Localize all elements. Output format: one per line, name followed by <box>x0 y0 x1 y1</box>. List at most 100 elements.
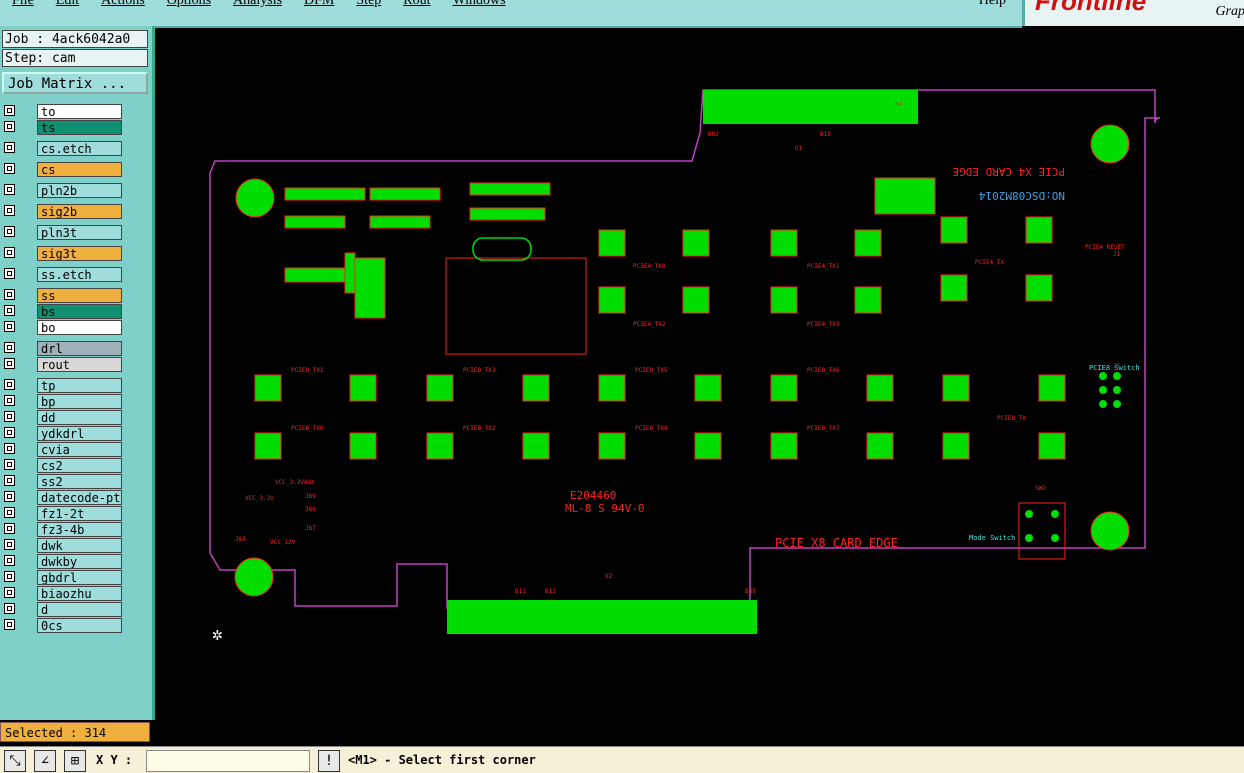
layer-row-d[interactable]: d <box>2 602 124 617</box>
layer-checkbox[interactable] <box>4 289 15 300</box>
layer-checkbox[interactable] <box>4 268 15 279</box>
layer-name[interactable]: tp <box>37 378 122 393</box>
menu-windows[interactable]: Windows <box>453 0 506 8</box>
layer-checkbox[interactable] <box>4 226 15 237</box>
layer-name[interactable]: d <box>37 602 122 617</box>
layer-name[interactable]: sig3t <box>37 246 122 261</box>
menu-help[interactable]: Help <box>979 0 1006 9</box>
layer-checkbox[interactable] <box>4 358 15 369</box>
layer-name[interactable]: ss2 <box>37 474 122 489</box>
layer-name[interactable]: fz3-4b <box>37 522 122 537</box>
layer-name[interactable]: biaozhu <box>37 586 122 601</box>
layer-checkbox[interactable] <box>4 603 15 614</box>
layer-name[interactable]: dwkby <box>37 554 122 569</box>
layer-row-cs[interactable]: cs <box>2 162 124 177</box>
layer-checkbox[interactable] <box>4 619 15 630</box>
layer-name[interactable]: to <box>37 104 122 119</box>
layer-name[interactable]: cs <box>37 162 122 177</box>
layer-row-ss.etch[interactable]: ss.etch <box>2 267 124 282</box>
layer-name[interactable]: ts <box>37 120 122 135</box>
layer-name[interactable]: sig2b <box>37 204 122 219</box>
layer-checkbox[interactable] <box>4 411 15 422</box>
menu-step[interactable]: Step <box>356 0 381 8</box>
layer-checkbox[interactable] <box>4 205 15 216</box>
layer-checkbox[interactable] <box>4 342 15 353</box>
alert-icon[interactable]: ! <box>318 750 340 772</box>
layer-row-bo[interactable]: bo <box>2 320 124 335</box>
layer-checkbox[interactable] <box>4 523 15 534</box>
layer-row-dwk[interactable]: dwk <box>2 538 124 553</box>
layer-row-dwkby[interactable]: dwkby <box>2 554 124 569</box>
layer-row-ss[interactable]: ss <box>2 288 124 303</box>
layer-checkbox[interactable] <box>4 571 15 582</box>
layer-row-cvia[interactable]: cvia <box>2 442 124 457</box>
layer-checkbox[interactable] <box>4 163 15 174</box>
layer-name[interactable]: datecode-pte <box>37 490 122 505</box>
menu-analysis[interactable]: Analysis <box>233 0 282 8</box>
layer-name[interactable]: cs.etch <box>37 141 122 156</box>
layer-checkbox[interactable] <box>4 555 15 566</box>
layer-name[interactable]: pln2b <box>37 183 122 198</box>
layer-checkbox[interactable] <box>4 305 15 316</box>
layer-name[interactable]: pln3t <box>37 225 122 240</box>
layer-checkbox[interactable] <box>4 142 15 153</box>
layer-row-sig2b[interactable]: sig2b <box>2 204 124 219</box>
layer-name[interactable]: bp <box>37 394 122 409</box>
layer-row-ts[interactable]: ts <box>2 120 124 135</box>
layer-row-fz3-4b[interactable]: fz3-4b <box>2 522 124 537</box>
layer-row-pln2b[interactable]: pln2b <box>2 183 124 198</box>
layer-row-drl[interactable]: drl <box>2 341 124 356</box>
layer-row-sig3t[interactable]: sig3t <box>2 246 124 261</box>
layer-checkbox[interactable] <box>4 459 15 470</box>
layer-name[interactable]: dwk <box>37 538 122 553</box>
layer-checkbox[interactable] <box>4 121 15 132</box>
layer-row-datecode-pte[interactable]: datecode-pte <box>2 490 124 505</box>
layer-name[interactable]: ydkdrl <box>37 426 122 441</box>
layer-checkbox[interactable] <box>4 105 15 116</box>
layer-row-cs.etch[interactable]: cs.etch <box>2 141 124 156</box>
layer-row-dd[interactable]: dd <box>2 410 124 425</box>
layer-row-biaozhu[interactable]: biaozhu <box>2 586 124 601</box>
layer-row-to[interactable]: to <box>2 104 124 119</box>
layer-row-pln3t[interactable]: pln3t <box>2 225 124 240</box>
layer-checkbox[interactable] <box>4 184 15 195</box>
layer-checkbox[interactable] <box>4 507 15 518</box>
layer-name[interactable]: drl <box>37 341 122 356</box>
menu-actions[interactable]: Actions <box>101 0 145 8</box>
layer-checkbox[interactable] <box>4 379 15 390</box>
menu-rout[interactable]: Rout <box>403 0 430 8</box>
menu-edit[interactable]: Edit <box>56 0 79 8</box>
layer-row-bs[interactable]: bs <box>2 304 124 319</box>
layer-checkbox[interactable] <box>4 491 15 502</box>
layer-name[interactable]: gbdrl <box>37 570 122 585</box>
layer-name[interactable]: cs2 <box>37 458 122 473</box>
layer-checkbox[interactable] <box>4 443 15 454</box>
zoom-fit-icon[interactable]: ⤡ <box>4 750 26 772</box>
menu-dfm[interactable]: DFM <box>304 0 334 8</box>
layer-checkbox[interactable] <box>4 321 15 332</box>
layer-name[interactable]: fz1-2t <box>37 506 122 521</box>
layer-row-rout[interactable]: rout <box>2 357 124 372</box>
layer-row-ydkdrl[interactable]: ydkdrl <box>2 426 124 441</box>
layer-name[interactable]: dd <box>37 410 122 425</box>
layer-checkbox[interactable] <box>4 539 15 550</box>
layer-row-ss2[interactable]: ss2 <box>2 474 124 489</box>
layer-row-gbdrl[interactable]: gbdrl <box>2 570 124 585</box>
layer-name[interactable]: bo <box>37 320 122 335</box>
layer-checkbox[interactable] <box>4 475 15 486</box>
pcb-canvas[interactable]: PCIE X4 CARD EDGE PCIE X8 CARD EDGE E20446… <box>155 28 1244 746</box>
layer-name[interactable]: cvia <box>37 442 122 457</box>
layer-checkbox[interactable] <box>4 427 15 438</box>
layer-name[interactable]: bs <box>37 304 122 319</box>
layer-name[interactable]: ss <box>37 288 122 303</box>
grid-snap-icon[interactable]: ⊞ <box>64 750 86 772</box>
job-matrix-button[interactable]: Job Matrix ... <box>2 72 148 94</box>
layer-checkbox[interactable] <box>4 587 15 598</box>
measure-icon[interactable]: ∠ <box>34 750 56 772</box>
layer-row-cs2[interactable]: cs2 <box>2 458 124 473</box>
layer-row-0cs[interactable]: 0cs <box>2 618 124 633</box>
menu-options[interactable]: Options <box>167 0 211 8</box>
layer-name[interactable]: ss.etch <box>37 267 122 282</box>
layer-name[interactable]: rout <box>37 357 122 372</box>
layer-name[interactable]: 0cs <box>37 618 122 633</box>
